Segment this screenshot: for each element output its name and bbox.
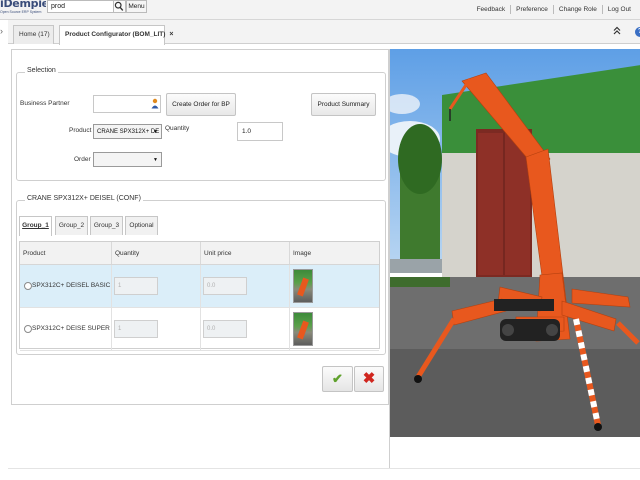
close-tab-icon[interactable]: × xyxy=(169,26,173,44)
chevron-down-icon: ▼ xyxy=(153,129,158,135)
product-cell: SPX312C+ DEISE SUPER xyxy=(20,308,112,350)
tab-home-label: Home (17) xyxy=(19,31,50,38)
table-row[interactable]: SPX312C+ DEISE SUPER 1 0.0 xyxy=(20,308,379,351)
top-bar: iDempiere Open Source ERP System Menu Fe… xyxy=(0,0,640,20)
search-icon[interactable] xyxy=(114,0,126,13)
product-cell: SPX312C+ DEISEL BASIC xyxy=(20,265,112,307)
product-summary-button[interactable]: Product Summary xyxy=(311,93,376,116)
tab-product-configurator-label: Product Configurator (BOM_LIT) xyxy=(65,31,166,38)
quantity-input[interactable] xyxy=(237,122,283,141)
image-cell xyxy=(290,308,379,350)
logo-text: iDempiere xyxy=(0,0,46,10)
tab-optional[interactable]: Optional xyxy=(125,216,158,235)
collapse-header-icon[interactable] xyxy=(613,26,621,37)
unit-price-cell: 0.0 xyxy=(201,265,290,307)
configuration-legend: CRANE SPX312X+ DEISEL (CONF) xyxy=(25,195,143,202)
tab-home[interactable]: Home (17) xyxy=(13,25,54,44)
table-row[interactable]: SPX312C+ DEISEL BASIC 1 0.0 xyxy=(20,265,379,308)
window-tab-bar: Home (17) Product Configurator (BOM_LIT)… xyxy=(8,20,640,45)
tab-group-1[interactable]: Group_1 xyxy=(19,216,52,236)
selection-legend: Selection xyxy=(25,67,58,74)
create-order-for-bp-button[interactable]: Create Order for BP xyxy=(166,93,236,116)
product-thumbnail[interactable] xyxy=(293,269,313,303)
unit-price-cell: 0.0 xyxy=(201,308,290,350)
product-name: SPX312C+ DEISE SUPER xyxy=(32,325,110,332)
x-icon: ✖ xyxy=(362,370,376,387)
crane-photo-illustration xyxy=(390,49,640,437)
order-label: Order xyxy=(74,156,91,163)
column-header-unit-price[interactable]: Unit price xyxy=(201,242,290,264)
product-image-panel xyxy=(389,49,640,468)
global-search-input[interactable] xyxy=(47,0,114,13)
row-select-radio[interactable] xyxy=(24,282,32,290)
product-thumbnail[interactable] xyxy=(293,312,313,346)
components-grid: Product Quantity Unit price Image SPX312… xyxy=(19,241,380,351)
product-select-value: CRANE SPX312X+ DE xyxy=(97,129,160,135)
column-header-image[interactable]: Image xyxy=(290,242,379,264)
order-select[interactable]: ▼ xyxy=(93,152,162,167)
row-unit-price-input[interactable]: 0.0 xyxy=(203,320,247,338)
column-header-product[interactable]: Product xyxy=(20,242,112,264)
row-select-radio[interactable] xyxy=(24,325,32,333)
menu-button[interactable]: Menu xyxy=(126,0,147,13)
quantity-cell: 1 xyxy=(112,265,201,307)
preference-link[interactable]: Preference xyxy=(511,6,553,13)
expand-west-panel-icon[interactable]: › xyxy=(0,26,3,36)
ok-button[interactable]: ✔ xyxy=(322,366,353,392)
business-partner-lookup-icon[interactable] xyxy=(151,98,159,111)
logo-subtitle: Open Source ERP System xyxy=(0,10,42,14)
logout-link[interactable]: Log Out xyxy=(603,6,636,13)
image-cell xyxy=(290,265,379,307)
app-logo[interactable]: iDempiere Open Source ERP System xyxy=(0,0,46,18)
tab-group-3[interactable]: Group_3 xyxy=(90,216,123,235)
product-photo xyxy=(390,49,640,437)
chevron-down-icon: ▼ xyxy=(153,157,158,163)
quantity-label: Quantity xyxy=(165,125,190,132)
check-icon: ✔ xyxy=(332,371,343,386)
column-header-quantity[interactable]: Quantity xyxy=(112,242,201,264)
tab-product-configurator[interactable]: Product Configurator (BOM_LIT) × xyxy=(59,25,173,45)
row-quantity-input[interactable]: 1 xyxy=(114,277,158,295)
row-quantity-input[interactable]: 1 xyxy=(114,320,158,338)
product-label: Product xyxy=(69,127,92,134)
header-links: Feedback Preference Change Role Log Out xyxy=(472,5,636,14)
quantity-cell: 1 xyxy=(112,308,201,350)
business-partner-label: Business Partner xyxy=(20,100,70,107)
change-role-link[interactable]: Change Role xyxy=(554,6,602,13)
feedback-link[interactable]: Feedback xyxy=(472,6,511,13)
product-name: SPX312C+ DEISEL BASIC xyxy=(32,282,111,289)
status-bar xyxy=(8,468,640,480)
tab-group-2[interactable]: Group_2 xyxy=(55,216,88,235)
cancel-button[interactable]: ✖ xyxy=(354,366,384,392)
grid-header: Product Quantity Unit price Image xyxy=(20,242,379,265)
row-unit-price-input[interactable]: 0.0 xyxy=(203,277,247,295)
help-icon[interactable]: ? xyxy=(635,27,640,37)
product-select[interactable]: CRANE SPX312X+ DE ▼ xyxy=(93,124,162,139)
